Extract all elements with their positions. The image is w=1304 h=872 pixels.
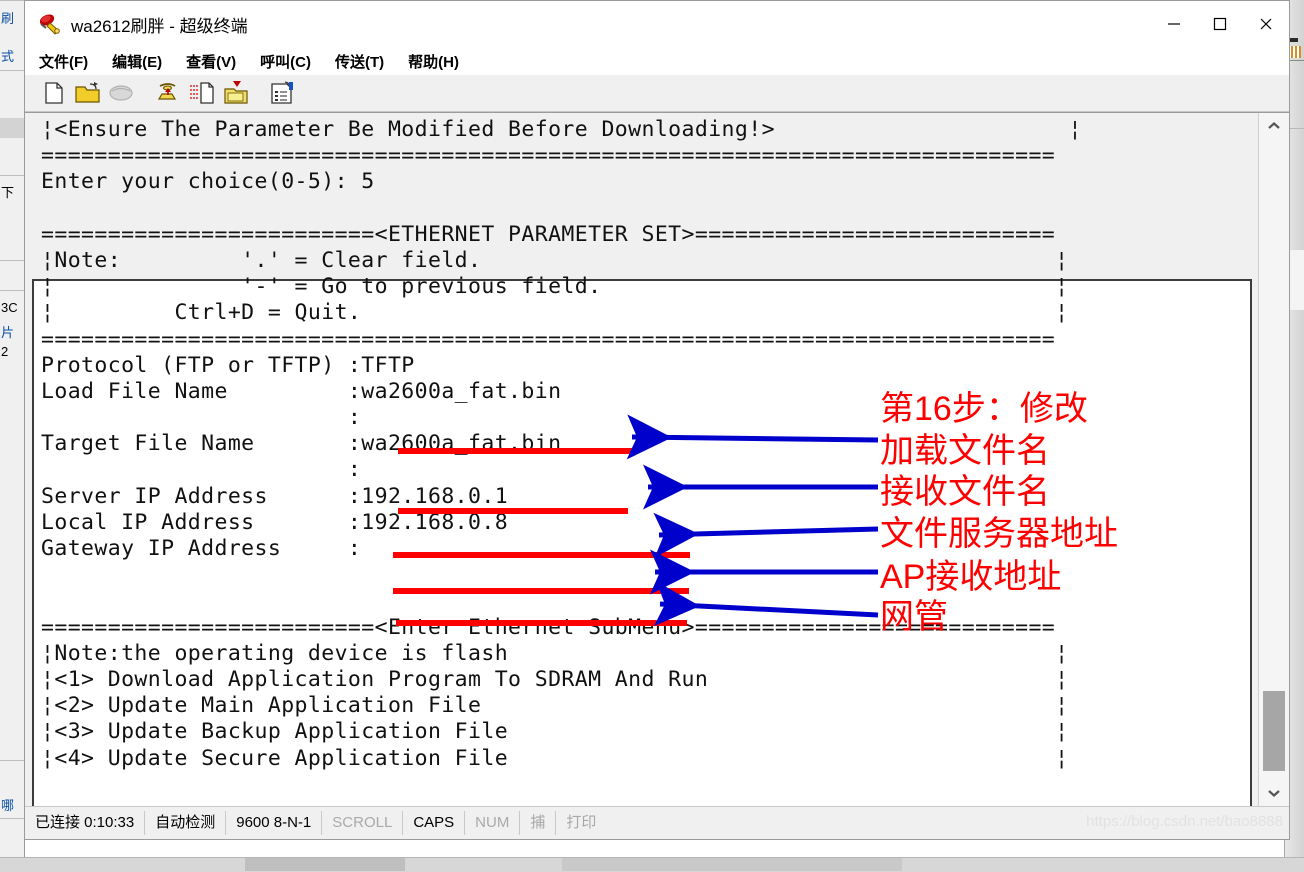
- menu-help[interactable]: 帮助(H): [408, 51, 459, 72]
- bg-divider: [0, 70, 24, 71]
- bg-divider: [0, 260, 24, 261]
- terminal-line: Target File Name :wa2600a_fat.bin: [41, 431, 562, 457]
- terminal-line: ¦Note:the operating device is flash ¦: [41, 640, 1069, 666]
- terminal-line: Local IP Address :192.168.0.8: [41, 509, 509, 535]
- terminal-line: ========================================…: [41, 326, 1056, 352]
- bg-text-fragment: 刷: [1, 11, 15, 26]
- new-connection-button[interactable]: [39, 79, 69, 107]
- chevron-down-icon[interactable]: [1259, 780, 1289, 806]
- terminal-line: ¦<2> Update Main Application File ¦: [41, 693, 1069, 719]
- terminal-line: ========================================…: [41, 143, 1056, 169]
- terminal-line: Enter your choice(0-5): 5: [41, 169, 375, 195]
- bg-divider: [0, 818, 24, 819]
- disconnect-button[interactable]: [153, 79, 183, 107]
- bg-divider: [0, 290, 24, 291]
- terminal-line: ¦<1> Download Application Program To SDR…: [41, 666, 1069, 692]
- menu-transfer[interactable]: 传送(T): [335, 51, 384, 72]
- close-button[interactable]: [1243, 1, 1289, 47]
- status-settings: 9600 8-N-1: [226, 811, 323, 835]
- title-bar: wa2612刷胖 - 超级终端: [25, 1, 1289, 47]
- terminal-text: ¦<Ensure The Parameter Be Modified Befor…: [41, 117, 1258, 806]
- background-window-left-strip: 刷式下 3C 片 2 哪: [0, 0, 25, 872]
- terminal-scrollbar[interactable]: [1258, 113, 1289, 806]
- receive-file-button[interactable]: [221, 79, 251, 107]
- bg-divider: [0, 760, 24, 761]
- tool-bar: [25, 75, 1289, 112]
- terminal-line: ¦<Ensure The Parameter Be Modified Befor…: [41, 117, 1082, 142]
- hyperterminal-window: wa2612刷胖 - 超级终端 文件(F) 编辑(E) 查看(V) 呼叫(C) …: [24, 0, 1290, 840]
- menu-view[interactable]: 查看(V): [186, 51, 236, 72]
- minimize-button[interactable]: [1151, 1, 1197, 47]
- bg-text-fragment: 3C: [1, 300, 18, 315]
- bg-text-fragment: 哪: [1, 798, 15, 813]
- properties-button[interactable]: [267, 79, 297, 107]
- terminal-line: ¦<4> Update Secure Application File ¦: [41, 745, 1069, 771]
- bg-divider: [0, 0, 24, 1]
- taskbar-button-active[interactable]: [245, 858, 405, 871]
- scrollbar-thumb[interactable]: [1263, 691, 1285, 771]
- maximize-button[interactable]: [1197, 1, 1243, 47]
- status-num: NUM: [465, 811, 521, 835]
- menu-bar: 文件(F) 编辑(E) 查看(V) 呼叫(C) 传送(T) 帮助(H): [25, 47, 1289, 75]
- terminal-line: =========================<ETHERNET PARAM…: [41, 221, 1056, 247]
- open-button[interactable]: [73, 79, 103, 107]
- terminal-line: Load File Name :wa2600a_fat.bin: [41, 378, 562, 404]
- hyperterminal-icon: [37, 11, 63, 37]
- status-connection: 已连接 0:10:33: [25, 811, 146, 835]
- terminal-line: =========================<Enter Ethernet…: [41, 614, 1056, 640]
- terminal-area: ¦<Ensure The Parameter Be Modified Befor…: [25, 112, 1289, 806]
- terminal-line: ¦Note: '.' = Clear field. ¦: [41, 247, 1069, 273]
- terminal-line: :: [41, 405, 362, 431]
- taskbar: [0, 857, 1304, 872]
- status-scroll: SCROLL: [322, 811, 404, 835]
- terminal-line: Server IP Address :192.168.0.1: [41, 483, 509, 509]
- terminal-line: :: [41, 457, 362, 483]
- status-print: 打印: [566, 814, 597, 831]
- watermark: https://blog.csdn.net/bao8888: [1086, 813, 1283, 830]
- status-capture: 捕: [520, 811, 557, 835]
- status-bar: 已连接 0:10:33 自动检测 9600 8-N-1 SCROLL CAPS …: [25, 806, 1289, 839]
- terminal-line: ¦ Ctrl+D = Quit. ¦: [41, 300, 1069, 326]
- taskbar-button-2[interactable]: [562, 858, 902, 871]
- terminal-line: ¦<3> Update Backup Application File ¦: [41, 719, 1069, 745]
- menu-file[interactable]: 文件(F): [39, 51, 88, 72]
- terminal-line: ¦ '-' = Go to previous field. ¦: [41, 274, 1069, 300]
- terminal-screen[interactable]: ¦<Ensure The Parameter Be Modified Befor…: [25, 113, 1258, 806]
- bg-text-fragment: 片: [1, 325, 15, 340]
- bg-text-fragment: 下: [1, 185, 15, 200]
- status-detect: 自动检测: [145, 811, 227, 835]
- menu-edit[interactable]: 编辑(E): [112, 51, 162, 72]
- call-button[interactable]: [107, 79, 137, 107]
- bg-text-fragment: 2: [1, 344, 9, 359]
- terminal-line: Gateway IP Address :: [41, 536, 362, 561]
- status-caps: CAPS: [403, 811, 466, 835]
- bg-divider: [0, 175, 24, 176]
- send-file-button[interactable]: [187, 79, 217, 107]
- window-title: wa2612刷胖 - 超级终端: [71, 16, 248, 36]
- bg-selected-band: [0, 118, 24, 138]
- bg-text-fragment: 式: [1, 49, 15, 64]
- window-controls: [1151, 1, 1289, 47]
- chevron-up-icon[interactable]: [1259, 113, 1289, 139]
- menu-call[interactable]: 呼叫(C): [260, 51, 311, 72]
- terminal-line: Protocol (FTP or TFTP) :TFTP: [41, 352, 415, 378]
